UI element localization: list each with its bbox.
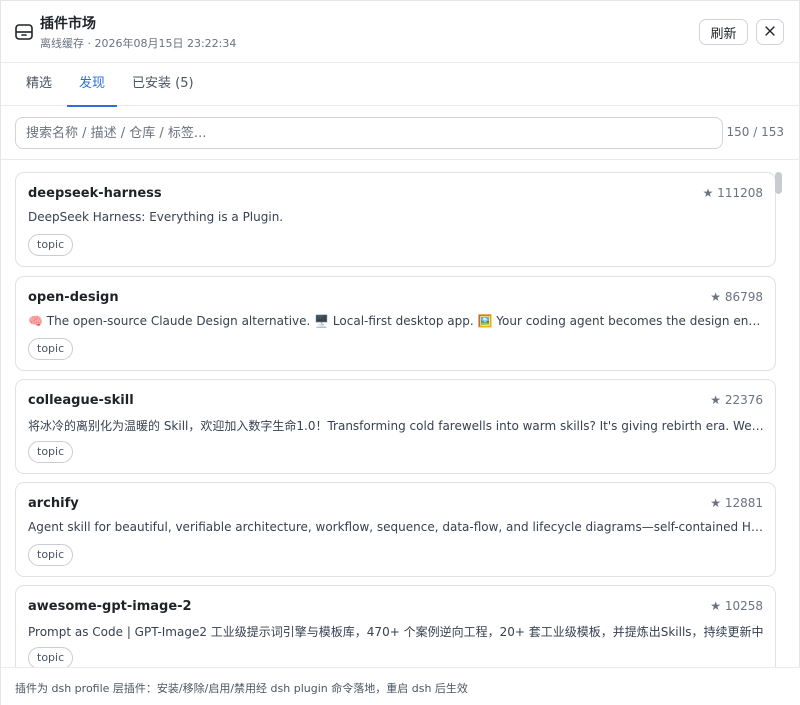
plugin-tag[interactable]: topic (28, 441, 74, 463)
plugin-card[interactable]: deepseek-harness ★ 111208 DeepSeek Harne… (15, 172, 776, 267)
plugin-name: archify (28, 496, 79, 511)
refresh-button[interactable]: 刷新 (699, 19, 748, 45)
star-count: ★ 10258 (710, 599, 763, 613)
star-count: ★ 22376 (710, 393, 763, 407)
plugin-description: DeepSeek Harness: Everything is a Plugin… (28, 210, 284, 224)
plugin-description: 🧠 The open-source Claude Design alternat… (28, 314, 765, 328)
footer: 插件为 dsh profile 层插件：安装/移除/启用/禁用经 dsh plu… (1, 667, 800, 705)
plugin-tag[interactable]: topic (28, 544, 74, 566)
page-title: 插件市场 (40, 16, 96, 32)
store-icon (14, 22, 34, 42)
search-input[interactable] (15, 117, 723, 149)
star-count: ★ 12881 (710, 496, 763, 510)
plugin-name: colleague-skill (28, 393, 134, 408)
cache-status: 离线缓存 · 2026年08月15日 23:22:34 (40, 37, 237, 50)
plugin-card[interactable]: colleague-skill ★ 22376 将冰冷的离别化为温暖的 Skil… (15, 379, 776, 474)
tab-installed[interactable]: 已安装 (5) (132, 63, 194, 106)
plugin-name: open-design (28, 290, 119, 305)
tab-discover[interactable]: 发现 (66, 63, 118, 107)
plugin-card[interactable]: archify ★ 12881 Agent skill for beautifu… (15, 482, 776, 577)
plugin-description: Agent skill for beautiful, verifiable ar… (28, 520, 765, 534)
tab-featured[interactable]: 精选 (26, 63, 52, 106)
search-bar: 150 / 153 (1, 106, 800, 160)
plugin-tag[interactable]: topic (28, 234, 74, 256)
header: 插件市场 离线缓存 · 2026年08月15日 23:22:34 刷新 (1, 1, 800, 63)
result-count: 150 / 153 (726, 125, 784, 139)
plugin-name: awesome-gpt-image-2 (28, 599, 192, 614)
star-count: ★ 86798 (710, 290, 763, 304)
plugin-market-window: 插件市场 离线缓存 · 2026年08月15日 23:22:34 刷新 精选 发… (0, 0, 800, 705)
plugin-card[interactable]: awesome-gpt-image-2 ★ 10258 Prompt as Co… (15, 585, 776, 667)
plugin-description: 将冰冷的离别化为温暖的 Skill，欢迎加入数字生命1.0！Transformi… (28, 419, 765, 433)
footer-note: 插件为 dsh profile 层插件：安装/移除/启用/禁用经 dsh plu… (15, 682, 468, 695)
plugin-tag[interactable]: topic (28, 338, 74, 360)
plugin-card[interactable]: open-design ★ 86798 🧠 The open-source Cl… (15, 276, 776, 371)
plugin-list: deepseek-harness ★ 111208 DeepSeek Harne… (1, 160, 800, 667)
plugin-description: Prompt as Code | GPT-Image2 工业级提示词引擎与模板库… (28, 625, 764, 639)
list-scrollbar[interactable] (775, 172, 782, 194)
close-button[interactable] (756, 19, 784, 45)
plugin-name: deepseek-harness (28, 186, 162, 201)
star-count: ★ 111208 (702, 186, 763, 200)
tab-bar: 精选 发现 已安装 (5) (1, 63, 800, 107)
close-icon (764, 25, 776, 40)
plugin-tag[interactable]: topic (28, 647, 74, 667)
